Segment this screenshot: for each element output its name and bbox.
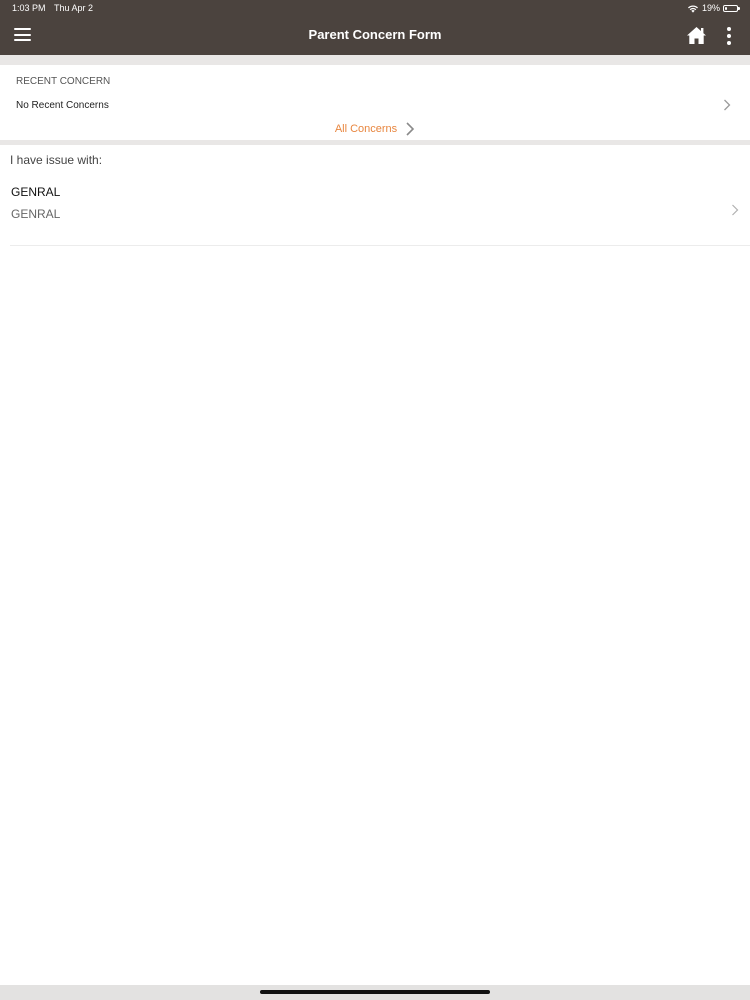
status-indicators: 19% bbox=[687, 3, 740, 13]
all-concerns-link[interactable]: All Concerns bbox=[0, 120, 750, 138]
section-separator bbox=[0, 140, 750, 145]
section-separator bbox=[0, 55, 750, 65]
screen: 1:03 PM Thu Apr 2 19% Parent Concern For… bbox=[0, 0, 750, 1000]
more-vertical-icon[interactable] bbox=[724, 26, 734, 46]
bottom-bar bbox=[0, 985, 750, 1000]
home-indicator[interactable] bbox=[260, 990, 490, 994]
status-time: 1:03 PM bbox=[12, 3, 46, 13]
issue-list-item[interactable]: GENRAL GENRAL bbox=[0, 176, 750, 246]
no-recent-concerns-label: No Recent Concerns bbox=[16, 100, 109, 111]
wifi-icon bbox=[687, 4, 698, 13]
recent-concern-card: RECENT CONCERN No Recent Concerns All Co… bbox=[0, 65, 750, 140]
battery-fill bbox=[725, 6, 727, 10]
recent-concern-row[interactable]: No Recent Concerns bbox=[0, 93, 750, 117]
chevron-right-icon bbox=[724, 99, 731, 111]
chevron-right-icon bbox=[406, 122, 415, 136]
all-concerns-label: All Concerns bbox=[334, 122, 398, 135]
issue-title: GENRAL bbox=[11, 185, 61, 199]
issue-subtitle: GENRAL bbox=[11, 207, 61, 221]
top-bar: 1:03 PM Thu Apr 2 19% Parent Concern For… bbox=[0, 0, 750, 55]
battery-icon bbox=[723, 4, 740, 12]
list-divider bbox=[10, 245, 750, 246]
battery-percent: 19% bbox=[701, 3, 720, 13]
recent-concern-heading: RECENT CONCERN bbox=[16, 76, 111, 87]
status-date: Thu Apr 2 bbox=[54, 3, 94, 13]
chevron-right-icon bbox=[732, 204, 739, 216]
issue-prompt: I have issue with: bbox=[10, 153, 103, 167]
page-title: Parent Concern Form bbox=[308, 27, 442, 42]
home-icon[interactable] bbox=[686, 26, 707, 45]
